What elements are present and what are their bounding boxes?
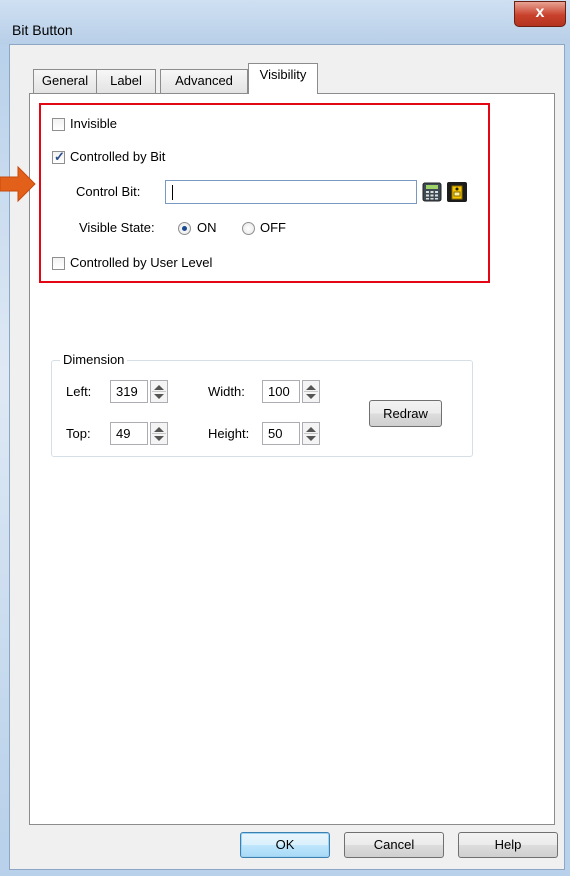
height-spinner[interactable] <box>302 422 320 445</box>
cancel-button[interactable]: Cancel <box>344 832 444 858</box>
visible-state-off-label: OFF <box>260 220 286 235</box>
window-title: Bit Button <box>12 22 73 38</box>
tab-general-label: General <box>41 73 89 88</box>
spin-divider <box>304 391 318 392</box>
invisible-label: Invisible <box>70 116 117 131</box>
spin-down-icon <box>306 436 316 441</box>
spin-up-icon <box>306 385 316 390</box>
title-bar: Bit Button x <box>0 0 570 44</box>
tab-label[interactable]: Label <box>96 69 156 93</box>
highlight-arrow-icon <box>0 165 36 203</box>
control-bit-label: Control Bit: <box>76 184 141 199</box>
spin-divider <box>152 391 166 392</box>
dimension-group-title: Dimension <box>60 352 128 367</box>
controlled-by-user-level-label: Controlled by User Level <box>70 255 213 270</box>
height-label: Height: <box>208 426 250 441</box>
visible-state-label: Visible State: <box>79 220 155 235</box>
left-input[interactable]: 319 <box>110 380 148 403</box>
spin-up-icon <box>154 427 164 432</box>
controlled-by-bit-checkbox[interactable]: ✓ <box>52 149 65 164</box>
visible-state-on-label: ON <box>197 220 217 235</box>
top-input[interactable]: 49 <box>110 422 148 445</box>
tag-icon[interactable] <box>446 181 468 203</box>
top-spinner[interactable] <box>150 422 168 445</box>
spin-down-icon <box>154 436 164 441</box>
tab-general[interactable]: General <box>33 69 97 93</box>
checkmark-icon: ✓ <box>54 149 65 164</box>
spin-down-icon <box>306 394 316 399</box>
tab-visibility-label: Visibility <box>259 67 307 82</box>
close-icon: x <box>535 4 545 21</box>
controlled-by-bit-label: Controlled by Bit <box>70 149 166 164</box>
spin-up-icon <box>154 385 164 390</box>
text-caret <box>172 185 173 200</box>
visible-state-off-radio[interactable] <box>242 222 255 235</box>
tab-advanced[interactable]: Advanced <box>160 69 248 93</box>
ok-button[interactable]: OK <box>240 832 330 858</box>
calculator-icon[interactable] <box>422 182 442 202</box>
height-input[interactable]: 50 <box>262 422 300 445</box>
redraw-button[interactable]: Redraw <box>369 400 442 427</box>
left-label: Left: <box>66 384 92 399</box>
tab-label-label: Label <box>110 73 142 88</box>
top-label: Top: <box>66 426 91 441</box>
close-button[interactable]: x <box>514 1 566 27</box>
width-label: Width: <box>208 384 245 399</box>
spin-divider <box>152 433 166 434</box>
spin-down-icon <box>154 394 164 399</box>
tab-visibility[interactable]: Visibility <box>248 63 318 94</box>
help-button[interactable]: Help <box>458 832 558 858</box>
invisible-checkbox[interactable] <box>52 118 65 131</box>
left-spinner[interactable] <box>150 380 168 403</box>
tab-advanced-label: Advanced <box>175 73 233 88</box>
radio-selected-dot <box>182 226 187 231</box>
spin-divider <box>304 433 318 434</box>
spin-up-icon <box>306 427 316 432</box>
control-bit-input[interactable] <box>165 180 417 204</box>
width-input[interactable]: 100 <box>262 380 300 403</box>
visible-state-on-radio[interactable] <box>178 222 191 235</box>
width-spinner[interactable] <box>302 380 320 403</box>
controlled-by-user-level-checkbox[interactable] <box>52 257 65 270</box>
